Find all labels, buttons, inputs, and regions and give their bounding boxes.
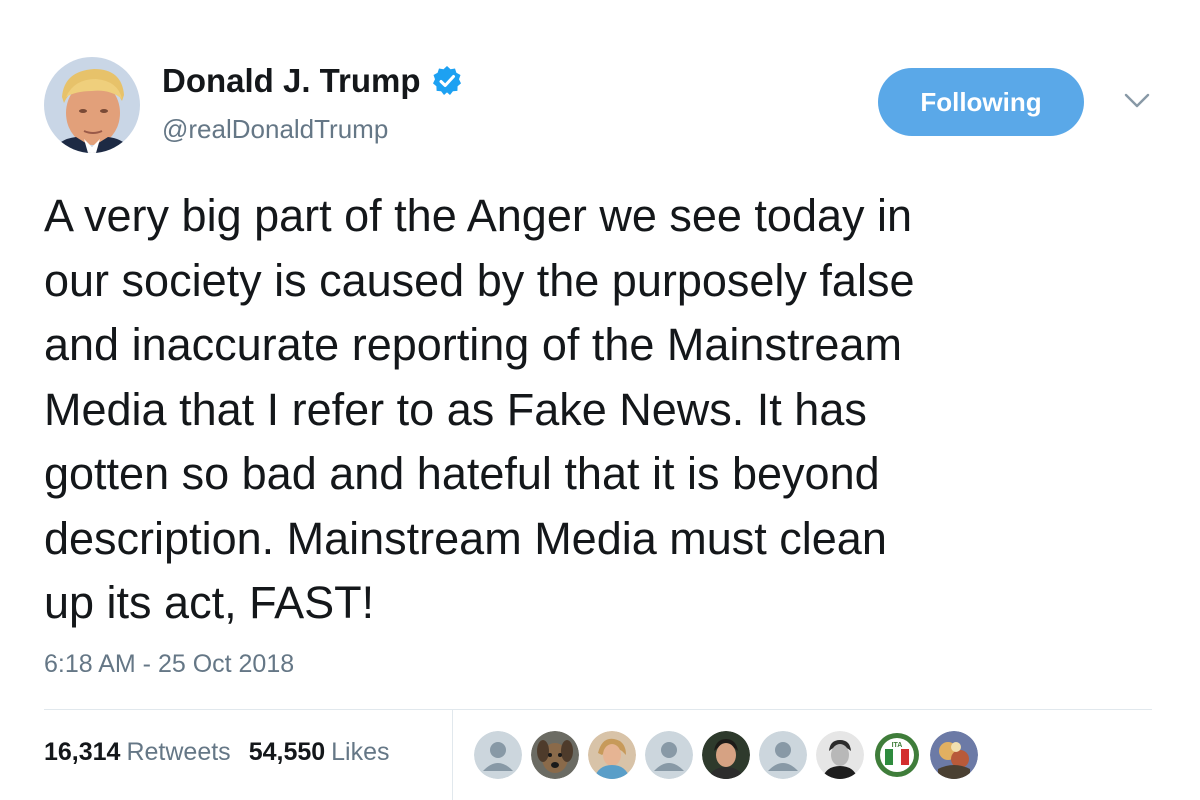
author-display-name[interactable]: Donald J. Trump xyxy=(162,62,421,100)
liker-avatar-photo[interactable] xyxy=(930,731,978,779)
retweets-stat[interactable]: 16,314 Retweets xyxy=(44,738,231,767)
chevron-down-icon[interactable] xyxy=(1124,92,1150,110)
liker-avatar-default[interactable] xyxy=(474,731,522,779)
author-name-row[interactable]: Donald J. Trump xyxy=(162,62,463,100)
tweet-text-line: description. Mainstream Media must clean xyxy=(44,512,887,564)
likes-label: Likes xyxy=(331,738,390,766)
liker-avatar-flag-badge[interactable]: ITA xyxy=(873,731,921,779)
tweet-card: Donald J. Trump @realDonaldTrump Followi… xyxy=(0,0,1200,800)
likes-stat[interactable]: 54,550 Likes xyxy=(249,738,390,767)
liker-avatar-default[interactable] xyxy=(645,731,693,779)
liker-avatar-photo[interactable] xyxy=(531,731,579,779)
retweets-label: Retweets xyxy=(126,738,231,766)
tweet-text: A very big part of the Anger we see toda… xyxy=(44,184,1164,636)
likes-count: 54,550 xyxy=(248,738,326,766)
liker-avatar-photo[interactable] xyxy=(816,731,864,779)
tweet-text-line: up its act, FAST! xyxy=(44,577,375,628)
liker-avatar-default[interactable] xyxy=(759,731,807,779)
tweet-text-line: A very big part of the Anger we see toda… xyxy=(44,190,913,241)
author-avatar[interactable] xyxy=(44,57,140,153)
avatar-photo xyxy=(44,57,140,153)
stats-vertical-divider xyxy=(452,710,453,800)
following-button[interactable]: Following xyxy=(878,68,1084,136)
liker-avatar-photo[interactable] xyxy=(702,731,750,779)
tweet-timestamp[interactable]: 6:18 AM - 25 Oct 2018 xyxy=(44,650,294,679)
retweets-count: 16,314 xyxy=(44,738,121,766)
liker-badge-text: ITA xyxy=(892,742,903,749)
tweet-text-line: Media that I refer to as Fake News. It h… xyxy=(44,383,867,435)
verified-badge-icon xyxy=(431,65,463,97)
tweet-text-line: our society is caused by the purposely f… xyxy=(44,254,915,306)
tweet-stats: 16,314 Retweets 54,550 Likes xyxy=(44,738,408,767)
tweet-text-line: and inaccurate reporting of the Mainstre… xyxy=(44,319,902,370)
tweet-text-line: gotten so bad and hateful that it is bey… xyxy=(44,448,880,499)
author-handle[interactable]: @realDonaldTrump xyxy=(162,114,388,145)
liker-avatar-photo[interactable] xyxy=(588,731,636,779)
stats-divider xyxy=(44,709,1152,710)
